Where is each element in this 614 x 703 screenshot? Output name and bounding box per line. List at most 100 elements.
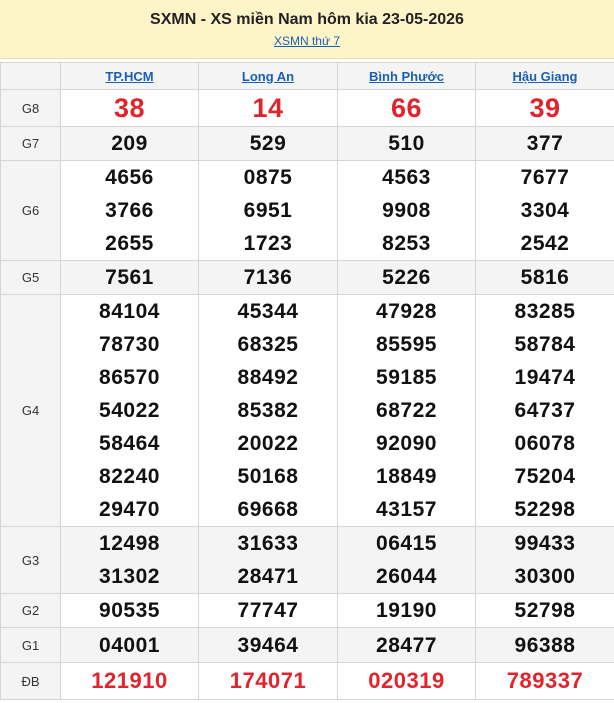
prize-number: 4656 <box>105 166 154 189</box>
prize-number: 020319 <box>368 668 445 693</box>
prize-cell: 19190 <box>337 593 476 628</box>
prize-cell: 84104 78730 86570 54022 58464 82240 29470 <box>60 294 199 527</box>
prize-cell: 99433 30300 <box>475 526 614 594</box>
prize-number: 789337 <box>506 668 584 693</box>
prize-number: 7136 <box>243 266 293 289</box>
prize-cell: 7136 <box>198 260 338 295</box>
prize-cell: 377 <box>475 126 614 161</box>
prize-cell: 209 <box>60 126 199 161</box>
prize-number: 3766 <box>105 199 154 222</box>
prize-number: 28477 <box>376 633 437 657</box>
province-link-hau-giang[interactable]: Hậu Giang <box>475 62 614 90</box>
prize-number: 174071 <box>229 668 307 693</box>
prize-cell: 66 <box>337 89 476 127</box>
prize-row: G5 7561 7136 5226 5816 <box>0 260 614 295</box>
prize-cell: 5816 <box>475 260 614 295</box>
province-header-row: TP.HCM Long An Bình Phước Hậu Giang <box>0 62 614 90</box>
prize-number: 7677 <box>520 166 570 189</box>
prize-number: 26044 <box>376 565 437 588</box>
prize-number: 18849 <box>376 465 437 488</box>
prize-cell: 510 <box>337 126 476 161</box>
prize-cell: 12498 31302 <box>60 526 199 594</box>
prize-number: 83285 <box>514 300 576 323</box>
prize-number: 39464 <box>237 633 299 657</box>
prize-cell: 38 <box>60 89 199 127</box>
prize-label: ĐB <box>0 662 61 700</box>
xsmn-saturday-link[interactable]: XSMN thứ 7 <box>0 34 614 48</box>
province-link-tphcm[interactable]: TP.HCM <box>60 62 199 90</box>
prize-cell: 06415 26044 <box>337 526 476 594</box>
prize-number: 121910 <box>91 668 168 693</box>
prize-cell: 83285 58784 19474 64737 06078 75204 52298 <box>475 294 614 527</box>
prize-label: G8 <box>0 89 61 127</box>
prize-cell: 121910 <box>60 662 199 700</box>
prize-number: 59185 <box>376 366 437 389</box>
prize-number: 66 <box>390 93 423 123</box>
prize-number: 0875 <box>243 166 293 189</box>
prize-cell: 020319 <box>337 662 476 700</box>
prize-cell: 04001 <box>60 627 199 663</box>
prize-number: 19474 <box>514 366 576 389</box>
prize-cell: 39464 <box>198 627 338 663</box>
prize-label: G4 <box>0 294 61 527</box>
prize-number: 90535 <box>99 599 160 622</box>
prize-number: 5816 <box>520 266 570 289</box>
prize-cell: 4656 3766 2655 <box>60 160 199 261</box>
prize-cell: 39 <box>475 89 614 127</box>
prize-number: 377 <box>526 132 564 155</box>
prize-number: 52798 <box>514 599 576 622</box>
prize-cell: 789337 <box>475 662 614 700</box>
prize-number: 77747 <box>237 599 299 622</box>
prize-cell: 90535 <box>60 593 199 628</box>
prize-row: G8 38 14 66 39 <box>0 89 614 127</box>
prize-number: 4563 <box>382 166 431 189</box>
prize-cell: 28477 <box>337 627 476 663</box>
prize-label: G3 <box>0 526 61 594</box>
prize-number: 209 <box>111 132 148 155</box>
prize-number: 85382 <box>237 399 299 422</box>
prize-number: 78730 <box>99 333 160 356</box>
prize-cell: 529 <box>198 126 338 161</box>
prize-number: 38 <box>113 93 146 123</box>
prize-number: 69668 <box>237 498 299 521</box>
prize-number: 31302 <box>99 565 160 588</box>
province-link-long-an[interactable]: Long An <box>198 62 338 90</box>
prize-cell: 47928 85595 59185 68722 92090 18849 43157 <box>337 294 476 527</box>
prize-number: 9908 <box>382 199 431 222</box>
prize-number: 14 <box>252 93 284 123</box>
prize-number: 19190 <box>376 599 437 622</box>
prize-number: 6951 <box>243 199 293 222</box>
prize-label: G6 <box>0 160 61 261</box>
prize-label: G5 <box>0 260 61 295</box>
prize-number: 06078 <box>514 432 576 455</box>
prize-label: G1 <box>0 627 61 663</box>
prize-row: G7 209 529 510 377 <box>0 126 614 161</box>
prize-row: G1 04001 39464 28477 96388 <box>0 627 614 663</box>
prize-number: 88492 <box>237 366 299 389</box>
prize-number: 30300 <box>514 565 576 588</box>
prize-row: ĐB 121910 174071 020319 789337 <box>0 662 614 700</box>
prize-row: G3 12498 31302 31633 28471 06415 26044 99433 303… <box>0 526 614 594</box>
prize-number: 45344 <box>237 300 299 323</box>
prize-cell: 77747 <box>198 593 338 628</box>
prize-number: 31633 <box>237 532 299 555</box>
prize-number: 54022 <box>99 399 160 422</box>
prize-row: G2 90535 77747 19190 52798 <box>0 593 614 628</box>
prize-cell: 45344 68325 88492 85382 20022 50168 69668 <box>198 294 338 527</box>
prize-cell: 174071 <box>198 662 338 700</box>
prize-number: 47928 <box>376 300 437 323</box>
results-header: SXMN - XS miền Nam hôm kia 23-05-2026 XS… <box>0 0 614 59</box>
prize-number: 58784 <box>514 333 576 356</box>
prize-cell: 7561 <box>60 260 199 295</box>
prize-number: 2655 <box>105 232 154 255</box>
prize-cell: 0875 6951 1723 <box>198 160 338 261</box>
province-link-binh-phuoc[interactable]: Bình Phước <box>337 62 476 90</box>
prize-cell: 4563 9908 8253 <box>337 160 476 261</box>
prize-number: 7561 <box>105 266 154 289</box>
prize-number: 1723 <box>243 232 293 255</box>
prize-label: G2 <box>0 593 61 628</box>
prize-number: 52298 <box>514 498 576 521</box>
corner-cell <box>0 62 61 90</box>
prize-number: 96388 <box>514 633 576 657</box>
prize-cell: 31633 28471 <box>198 526 338 594</box>
